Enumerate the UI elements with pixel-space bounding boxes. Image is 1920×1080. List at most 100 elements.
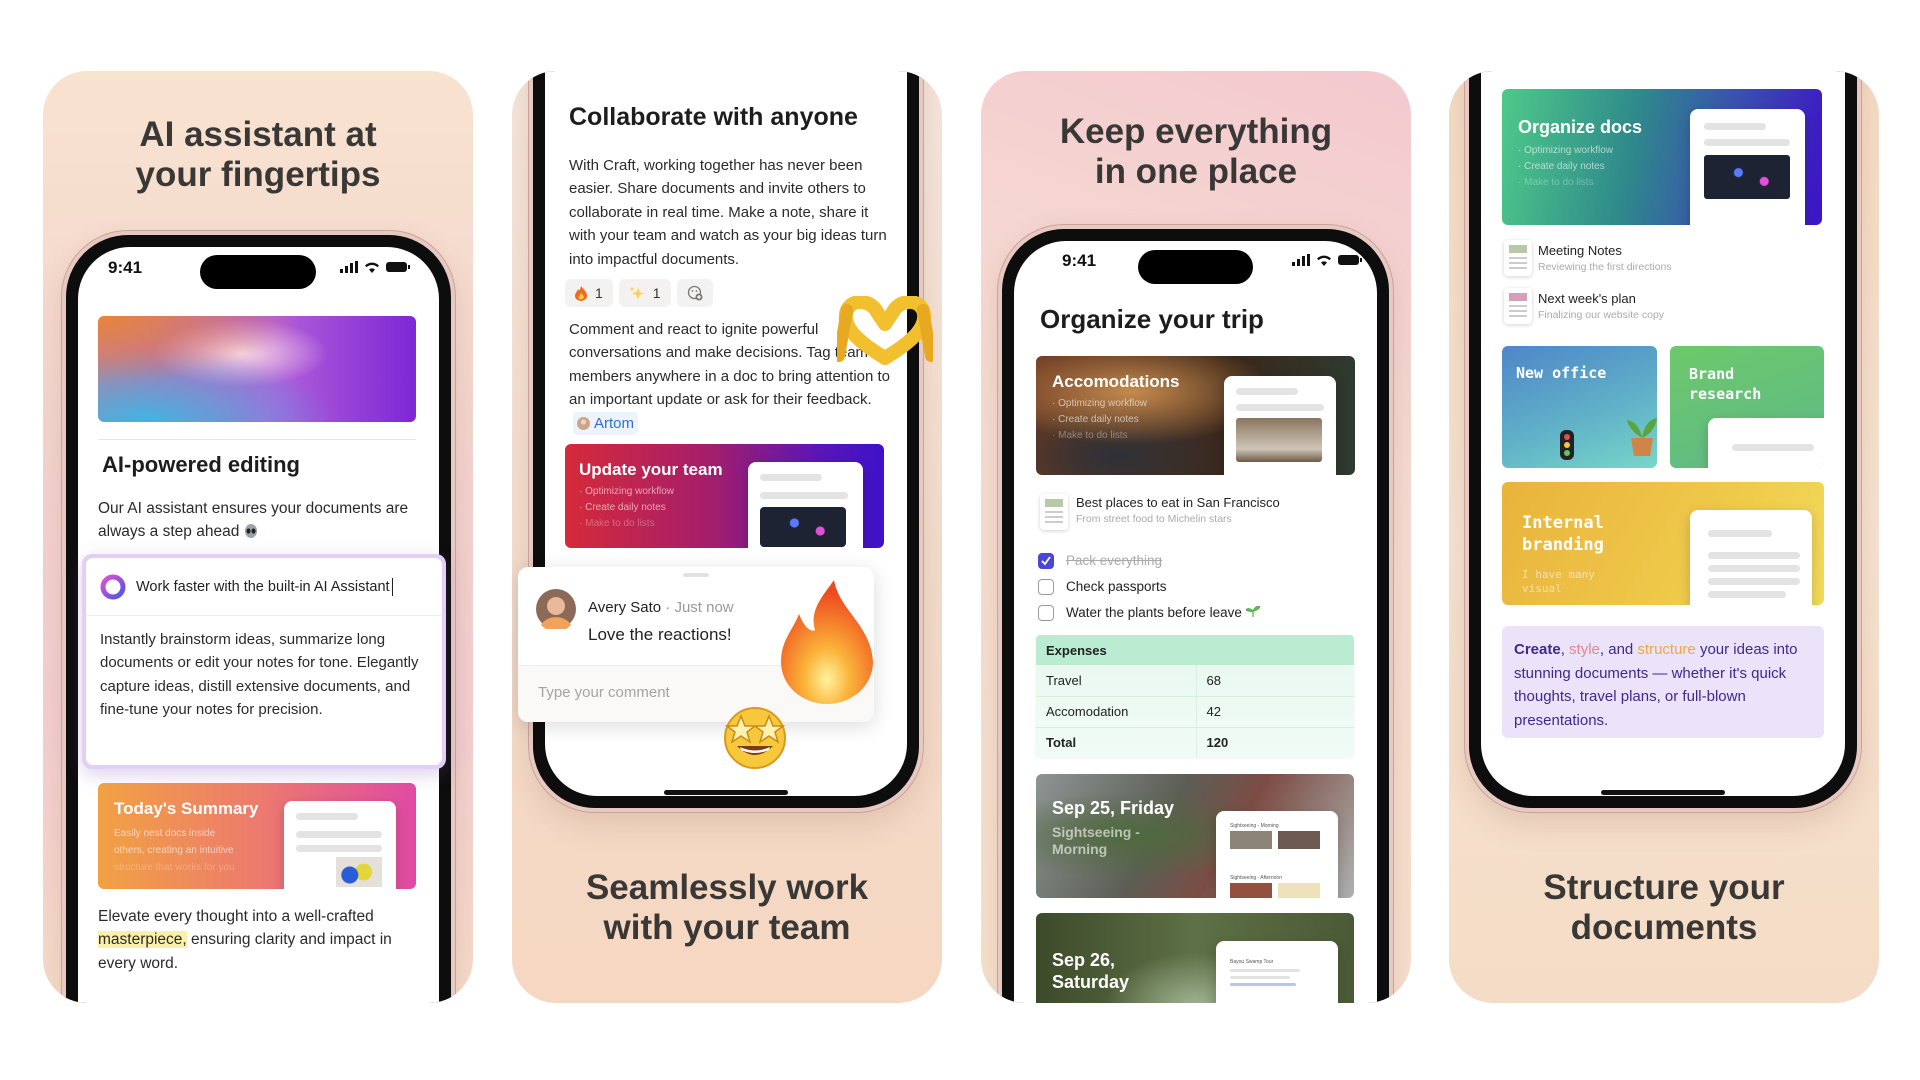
ai-assistant-card[interactable]: Work faster with the built-in AI Assista…: [82, 554, 446, 769]
avatar: [536, 589, 576, 629]
table-header: Expenses: [1046, 642, 1107, 658]
reaction-count: 1: [652, 285, 661, 301]
callout-word-structure: structure: [1637, 641, 1696, 658]
phone-screen: 9:41 Organize your trip Accomodations · …: [1014, 241, 1377, 1003]
drag-handle[interactable]: [683, 573, 709, 577]
doc-preview: [1708, 418, 1824, 468]
doc-row-title[interactable]: Best places to eat in San Francisco: [1076, 495, 1280, 510]
card-title: Organize docs: [1518, 117, 1643, 137]
dashboard-image: [760, 507, 846, 547]
title-line: documents: [1570, 908, 1758, 947]
doc-row-title[interactable]: Next week's plan: [1538, 291, 1636, 306]
card-bullet: Optimizing workflow: [1058, 398, 1148, 409]
comment-placeholder: Type your comment: [538, 684, 670, 701]
brand-research-tile[interactable]: Brand research: [1670, 346, 1824, 468]
title-line: your fingertips: [135, 155, 381, 194]
card-bullet: Create daily notes: [585, 502, 666, 513]
doc-heading: AI-powered editing: [102, 452, 300, 477]
home-indicator: [1601, 790, 1725, 795]
doc-row-subtitle: Finalizing our website copy: [1538, 309, 1665, 321]
reaction-fire[interactable]: 1: [565, 279, 613, 307]
table-cell: Total: [1036, 727, 1197, 757]
ai-assistant-icon: [100, 574, 126, 599]
ai-prompt-input[interactable]: Work faster with the built-in AI Assista…: [136, 579, 390, 595]
callout-text: ,: [1560, 641, 1570, 658]
card-title: Internal branding: [1522, 513, 1604, 555]
tile-title: New office: [1516, 364, 1607, 382]
doc-preview-heading: Bayou Swamp Tour: [1230, 959, 1274, 965]
organize-docs-card[interactable]: Organize docs · Optimizing workflow · Cr…: [1502, 89, 1822, 225]
title-line: in one place: [1094, 152, 1298, 191]
reaction-count: 1: [595, 285, 603, 301]
doc-preview: Sightseeing - Morning Sightseeing - Afte…: [1216, 811, 1338, 898]
day-card-sep-26[interactable]: Sep 26, Saturday Bayou Swamp Tour: [1036, 913, 1354, 1003]
table-row: Accomodation 42: [1036, 696, 1354, 727]
table-cell: 120: [1206, 734, 1229, 750]
add-reaction-button[interactable]: [676, 279, 713, 307]
todo-label: Water the plants before leave: [1066, 605, 1261, 620]
document-thumbnail-icon: [1504, 240, 1532, 276]
card-bullet: Make to do lists: [1524, 177, 1594, 188]
todo-checkbox[interactable]: [1038, 605, 1054, 621]
status-icons: [340, 261, 410, 273]
summary-card[interactable]: Today's Summary Easily nest docs inside …: [98, 783, 416, 889]
card-bullet: Optimizing workflow: [1524, 145, 1614, 156]
document-thumbnail-icon: [1504, 288, 1532, 324]
todo-checkbox-checked[interactable]: [1038, 553, 1054, 569]
card-subtitle: I have many visual: [1522, 568, 1595, 595]
reaction-sparkles[interactable]: 1: [618, 279, 671, 307]
phone-screen: 9:41 AI-powered editing Our AI assistant…: [78, 247, 446, 1003]
wifi-icon: [365, 262, 379, 273]
doc-row-title[interactable]: Meeting Notes: [1538, 243, 1622, 258]
panel-collaborate: Collaborate with anyone With Craft, work…: [512, 71, 942, 1003]
outro-part: Elevate every thought into a well-crafte…: [98, 908, 374, 925]
table-cell: Travel: [1036, 665, 1197, 696]
card-bullet: Make to do lists: [1058, 430, 1128, 441]
battery-icon: [386, 262, 410, 272]
status-time: 9:41: [108, 258, 143, 277]
day-card-sep-25[interactable]: Sep 25, Friday Sightseeing - Morning Sig…: [1036, 774, 1354, 898]
ai-card-body: Instantly brainstorm ideas, summarize lo…: [100, 631, 419, 718]
internal-branding-card[interactable]: Internal branding I have many visual: [1502, 482, 1824, 605]
mention-chip[interactable]: Artom: [573, 411, 639, 436]
card-bullet: Optimizing workflow: [585, 486, 675, 497]
mention-name: Artom: [594, 414, 635, 432]
card-bullet: Make to do lists: [585, 518, 655, 529]
phone-mockup: 9:41 AI-powered editing Our AI assistant…: [62, 231, 455, 1003]
heart-hands-emoji-icon: [837, 296, 933, 365]
dynamic-island: [200, 255, 316, 289]
document-thumbnail-icon: [1040, 494, 1068, 530]
update-team-card[interactable]: Update your team · Optimizing workflow ·…: [565, 444, 884, 548]
panel-ai-assistant: AI assistant at your fingertips 9:41 AI-…: [43, 71, 473, 1003]
panel-keep-everything: Keep everything in one place 9:41 Organi…: [981, 71, 1411, 1003]
potted-plant-icon: [1627, 418, 1657, 456]
table-cell: 42: [1206, 704, 1221, 719]
new-office-tile[interactable]: New office: [1502, 346, 1657, 468]
title-line: with your team: [603, 908, 851, 947]
phone-mockup: Organize docs · Optimizing workflow · Cr…: [1465, 71, 1861, 812]
table-cell: Accomodation: [1036, 696, 1197, 727]
panel-title: Keep everything in one place: [981, 112, 1411, 192]
doc-preview-heading: Sightseeing - Morning: [1230, 823, 1279, 829]
summary-line: structure that works for you: [114, 862, 235, 873]
ai-prompt-row[interactable]: Work faster with the built-in AI Assista…: [86, 558, 442, 616]
star-struck-emoji-icon: [724, 707, 786, 769]
signal-icon: [340, 261, 358, 273]
checkmark-icon: [1041, 556, 1051, 566]
add-reaction-icon: [687, 285, 703, 301]
alien-emoji-icon: [244, 524, 257, 539]
outro-text: Elevate every thought into a well-crafte…: [98, 905, 423, 975]
callout-word-create: Create: [1514, 641, 1561, 658]
todo-checkbox[interactable]: [1038, 579, 1054, 595]
doc-preview: [1224, 376, 1336, 475]
day-card-subtitle: Sightseeing - Morning: [1052, 824, 1140, 857]
signal-icon: [1292, 254, 1310, 266]
wifi-icon: [1317, 255, 1331, 266]
doc-preview: [1690, 109, 1805, 225]
doc-row-subtitle: Reviewing the first directions: [1538, 261, 1672, 273]
accommodations-card[interactable]: Accomodations · Optimizing workflow · Cr…: [1036, 356, 1355, 475]
status-icons: [1292, 254, 1362, 266]
summary-line: others, creating an intuitive: [114, 845, 234, 856]
title-line: AI assistant at: [139, 115, 377, 154]
summary-line: Easily nest docs inside: [114, 828, 216, 839]
